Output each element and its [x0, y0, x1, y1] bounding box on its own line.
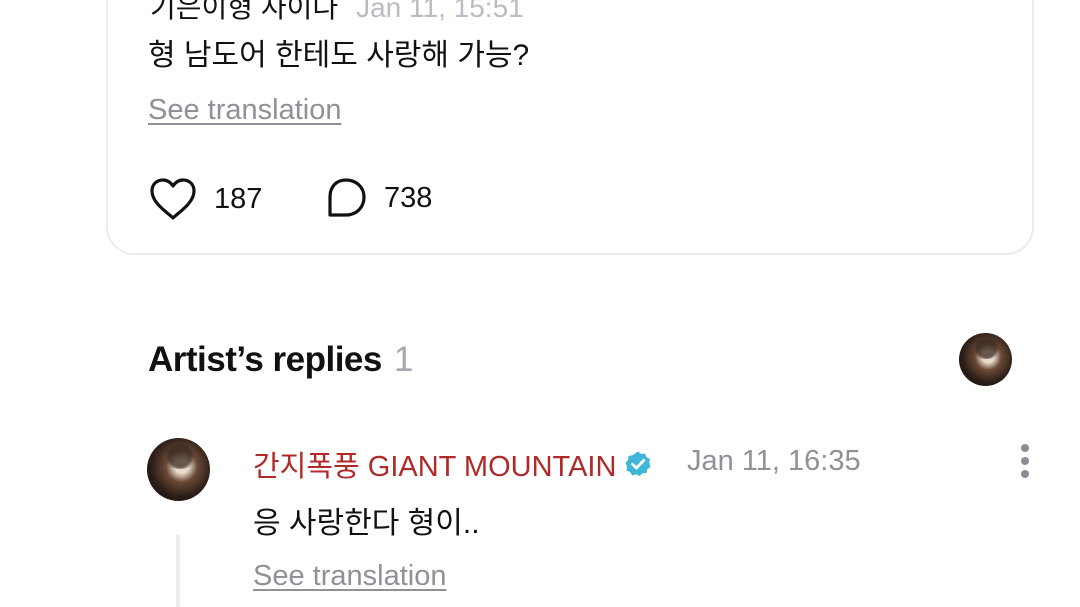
thread-line: [176, 535, 180, 607]
comment-count: 738: [384, 181, 433, 214]
reply-more-icon[interactable]: [1019, 444, 1031, 478]
like-button[interactable]: 187: [148, 176, 262, 222]
artist-replies-heading: Artist’s replies 1: [148, 340, 413, 380]
verified-badge-icon: [625, 451, 651, 476]
post-header: 기은이형 사이다 Jan 11, 15:51: [150, 0, 524, 26]
post-timestamp: Jan 11, 15:51: [356, 0, 524, 23]
reply-timestamp: Jan 11, 16:35: [687, 445, 861, 477]
post-see-translation-link[interactable]: See translation: [148, 94, 341, 127]
reply-text: 응 사랑한다 형이..: [253, 507, 480, 540]
post-author[interactable]: 기은이형 사이다: [150, 0, 338, 23]
reply-author-avatar[interactable]: [147, 438, 210, 501]
reply-author-name[interactable]: 간지폭풍 GIANT MOUNTAIN: [253, 443, 616, 485]
artist-avatar[interactable]: [959, 333, 1012, 386]
heart-icon: [150, 178, 196, 220]
reply-see-translation-link[interactable]: See translation: [253, 560, 446, 593]
artist-replies-count: 1: [393, 340, 413, 379]
like-count: 187: [214, 182, 263, 215]
reply-author[interactable]: 간지폭풍 GIANT MOUNTAIN: [253, 443, 652, 485]
comment-bubble-icon: [328, 178, 366, 217]
artist-replies-title: Artist’s replies: [148, 340, 382, 379]
post-text: 형 남도어 한테도 사랑해 가능?: [148, 39, 530, 72]
comment-thread-page: 기은이형 사이다 Jan 11, 15:51 형 남도어 한테도 사랑해 가능? …: [0, 0, 1080, 607]
post-more-icon[interactable]: [980, 0, 990, 10]
comment-button[interactable]: 738: [324, 176, 432, 220]
